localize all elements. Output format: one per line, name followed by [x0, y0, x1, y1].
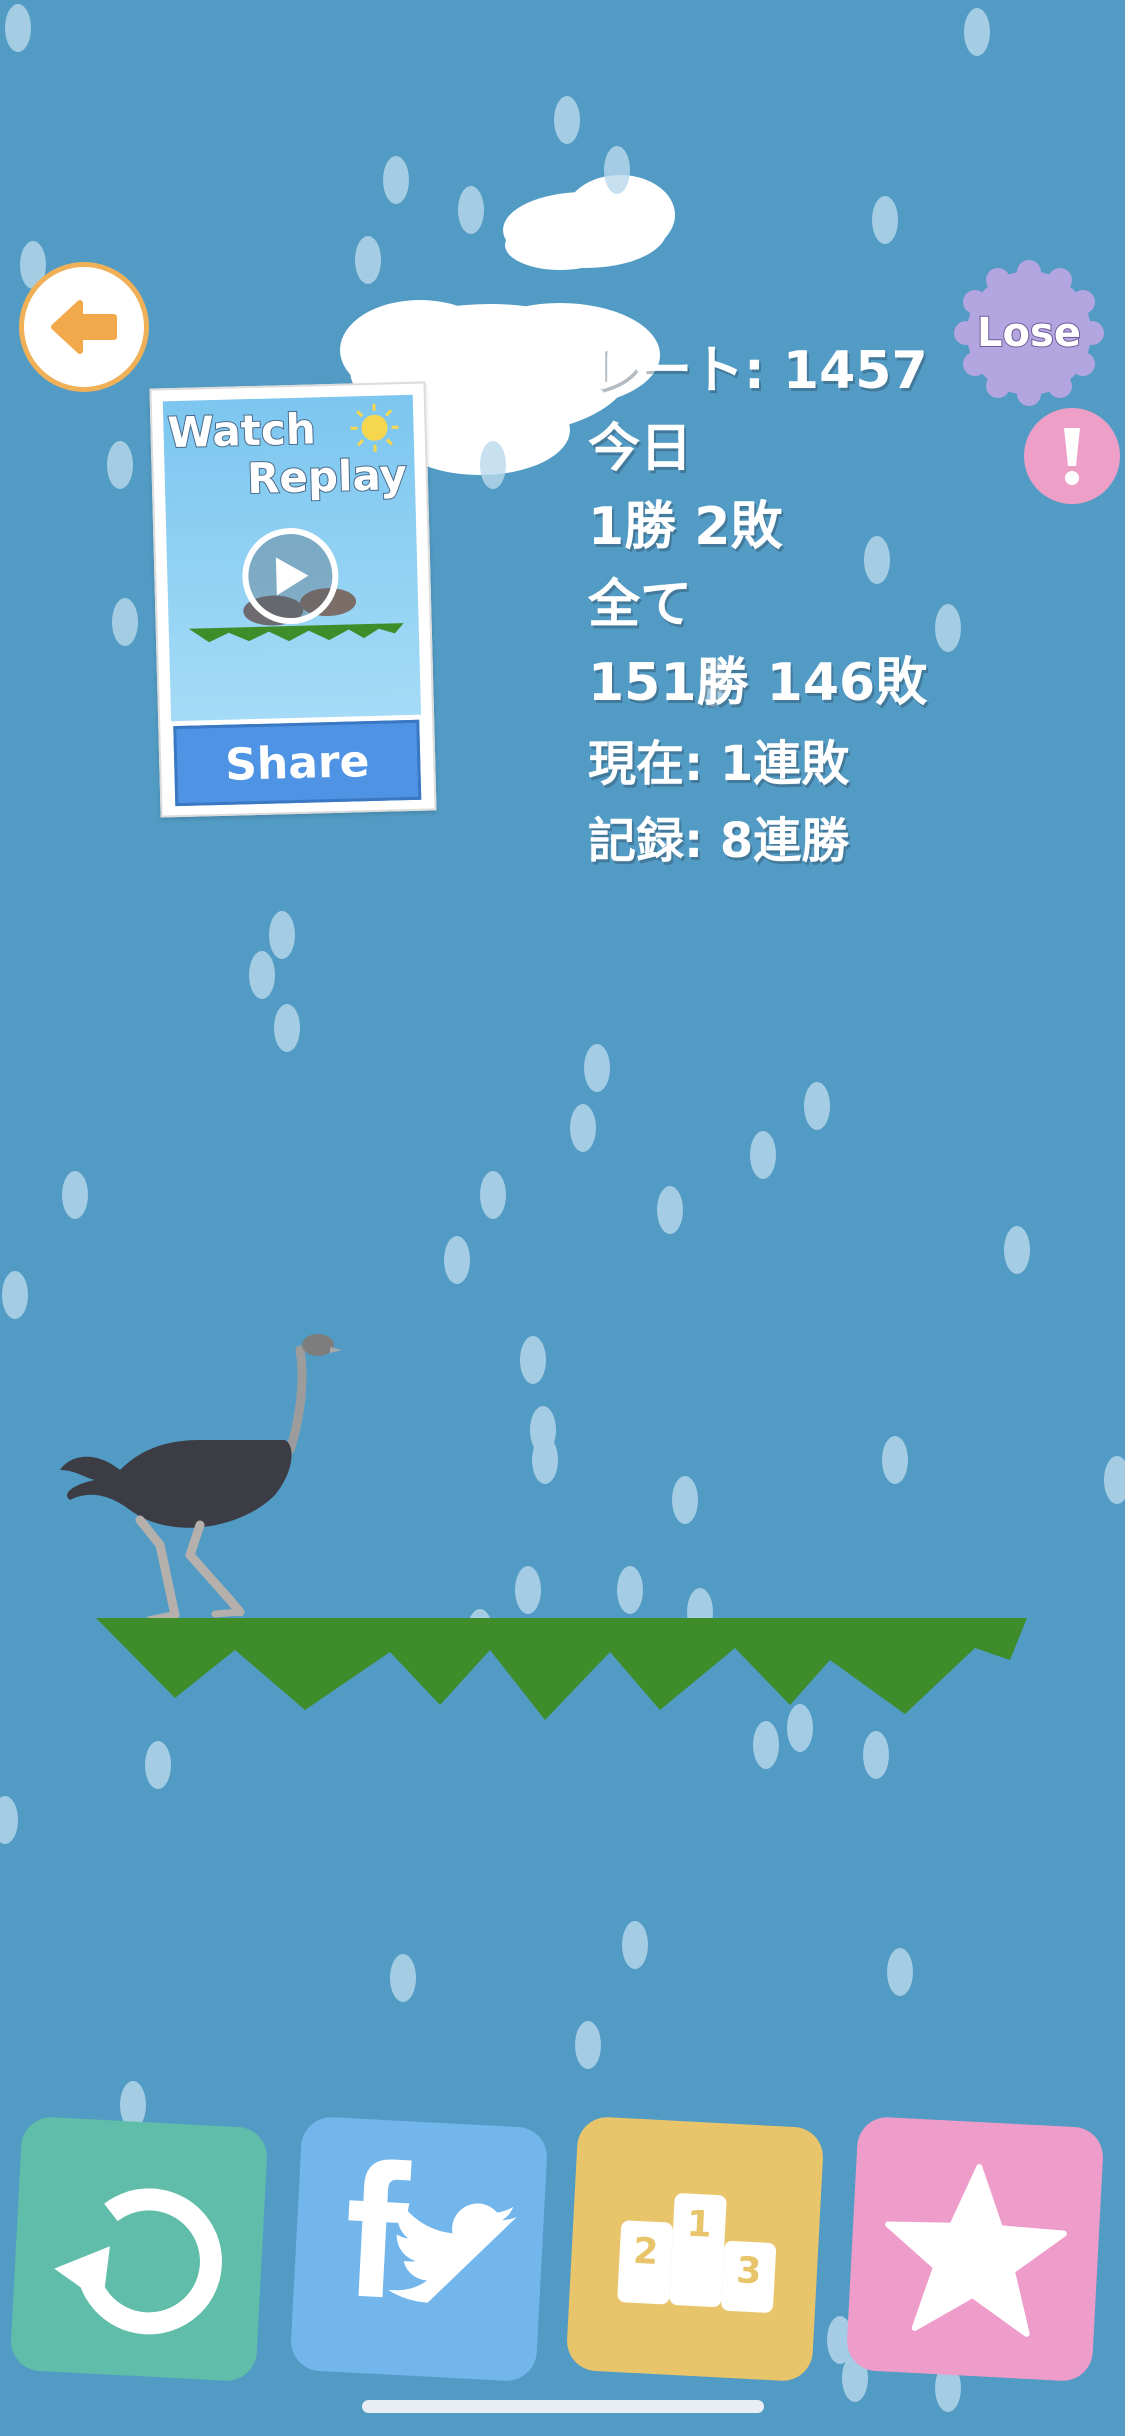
- raindrop: [520, 1336, 546, 1384]
- raindrop: [480, 441, 506, 489]
- raindrop: [458, 186, 484, 234]
- raindrop: [355, 236, 381, 284]
- raindrop: [274, 1004, 300, 1052]
- raindrop: [269, 911, 295, 959]
- raindrop: [882, 1436, 908, 1484]
- best-streak: 記録: 8連勝: [588, 813, 850, 869]
- home-indicator[interactable]: [362, 2400, 764, 2413]
- raindrop: [750, 1131, 776, 1179]
- grass-platform: [96, 1618, 1027, 1720]
- share-button[interactable]: Share: [173, 719, 422, 807]
- raindrop: [107, 441, 133, 489]
- alert-button[interactable]: [1024, 408, 1120, 504]
- today-label: 今日: [588, 419, 693, 479]
- podium-3: 3: [735, 2250, 762, 2292]
- result-badge: Lose: [948, 258, 1110, 408]
- exclamation-icon: [1064, 428, 1080, 485]
- replay-title-line1: Watch: [166, 403, 317, 458]
- all-label: 全て: [588, 575, 693, 635]
- raindrop: [935, 604, 961, 652]
- star-icon: [885, 2164, 1067, 2337]
- raindrop: [570, 1104, 596, 1152]
- replay-title-line2: Replay: [245, 449, 408, 504]
- ostrich-player: [60, 1334, 342, 1624]
- cloud-small: [503, 175, 675, 270]
- raindrop: [584, 1044, 610, 1092]
- raindrop: [804, 1082, 830, 1130]
- raindrop: [617, 1566, 643, 1614]
- raindrop: [872, 196, 898, 244]
- raindrop: [383, 156, 409, 204]
- raindrop: [753, 1721, 779, 1769]
- current-streak: 現在: 1連敗: [588, 736, 850, 792]
- raindrop: [964, 8, 990, 56]
- raindrop: [444, 1236, 470, 1284]
- arrow-left-icon: [51, 300, 117, 354]
- twitter-icon: [388, 2203, 517, 2303]
- podium-1: 1: [686, 2204, 713, 2246]
- raindrop: [1004, 1226, 1030, 1274]
- raindrop: [532, 1436, 558, 1484]
- raindrop: [554, 96, 580, 144]
- podium-2: 2: [632, 2231, 659, 2273]
- watch-replay-card[interactable]: Watch Replay Share: [149, 381, 437, 818]
- result-label: Lose: [976, 309, 1082, 357]
- raindrop: [480, 1171, 506, 1219]
- raindrop: [787, 1704, 813, 1752]
- favorite-button[interactable]: [845, 2115, 1105, 2383]
- back-button[interactable]: [19, 262, 149, 392]
- raindrop: [672, 1476, 698, 1524]
- facebook-twitter-icon: [348, 2159, 517, 2303]
- podium-icon: 2 1 3: [617, 2193, 777, 2313]
- raindrop: [145, 1741, 171, 1789]
- rating-text: レート: 1457: [588, 341, 928, 401]
- retry-icon: [54, 2188, 222, 2335]
- today-record: 1勝 2敗: [588, 497, 783, 557]
- raindrop: [887, 1948, 913, 1996]
- raindrop: [657, 1186, 683, 1234]
- replay-thumbnail[interactable]: Watch Replay: [162, 394, 422, 722]
- retry-button[interactable]: [9, 2115, 269, 2383]
- raindrop: [5, 4, 31, 52]
- raindrop: [249, 951, 275, 999]
- raindrop: [390, 1954, 416, 2002]
- ranking-button[interactable]: 2 1 3: [565, 2115, 825, 2383]
- all-record: 151勝 146敗: [588, 653, 928, 713]
- raindrop: [62, 1171, 88, 1219]
- raindrop: [863, 1731, 889, 1779]
- raindrop: [0, 1796, 18, 1844]
- raindrop: [604, 146, 630, 194]
- raindrop: [112, 598, 138, 646]
- replay-title: Watch Replay: [166, 403, 409, 505]
- raindrop: [1104, 1456, 1125, 1504]
- social-share-button[interactable]: [289, 2115, 549, 2383]
- raindrop: [2, 1271, 28, 1319]
- stats-panel: レート: 1457 今日 1勝 2敗 全て 151勝 146敗 現在: 1連敗 …: [588, 332, 928, 876]
- raindrop: [515, 1566, 541, 1614]
- raindrop: [622, 1921, 648, 1969]
- play-icon: [275, 557, 309, 596]
- raindrop: [575, 2021, 601, 2069]
